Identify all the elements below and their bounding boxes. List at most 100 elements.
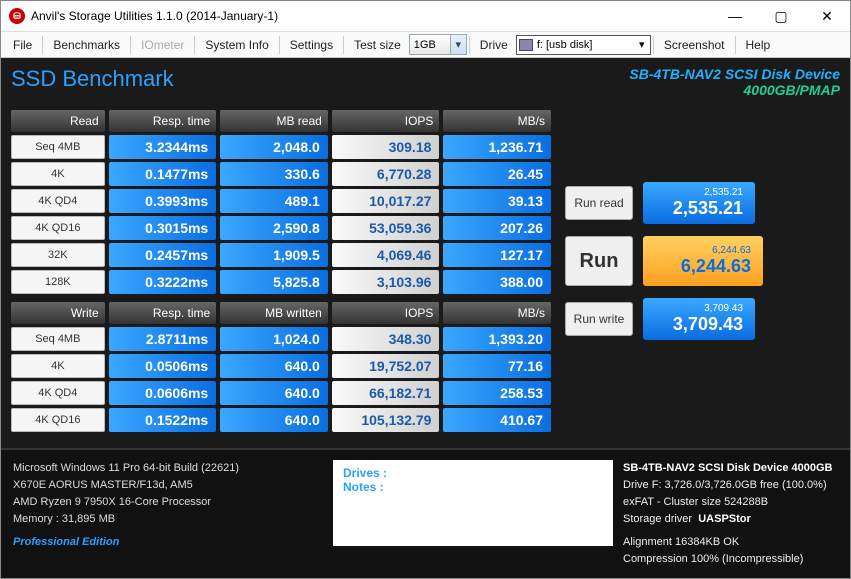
footer: Microsoft Windows 11 Pro 64-bit Build (2… <box>1 448 850 578</box>
row-label: 32K <box>11 243 105 267</box>
cell-resp: 0.3015ms <box>109 216 217 240</box>
device-spec: 4000GB/PMAP <box>629 82 840 98</box>
col-iops: IOPS <box>332 302 440 324</box>
cell-resp: 0.3993ms <box>109 189 217 213</box>
cell-iops: 105,132.79 <box>332 408 440 432</box>
read-section: Read Resp. time MB read IOPS MB/s Seq 4M… <box>11 110 551 294</box>
cell-mbs: 127.17 <box>443 243 551 267</box>
os-line: Microsoft Windows 11 Pro 64-bit Build (2… <box>13 460 323 477</box>
table-row: 4K QD40.0606ms640.066,182.71258.53 <box>11 381 551 405</box>
menu-iometer[interactable]: IOmeter <box>133 34 192 56</box>
menu-settings[interactable]: Settings <box>282 34 341 56</box>
col-mbs: MB/s <box>443 302 551 324</box>
cell-mb: 640.0 <box>220 381 328 405</box>
menu-systeminfo[interactable]: System Info <box>197 34 276 56</box>
cell-mb: 489.1 <box>220 189 328 213</box>
cell-iops: 66,182.71 <box>332 381 440 405</box>
menu-file[interactable]: File <box>5 34 40 56</box>
cell-resp: 0.2457ms <box>109 243 217 267</box>
row-label: 4K QD16 <box>11 408 105 432</box>
page-header: SSD Benchmark SB-4TB-NAV2 SCSI Disk Devi… <box>11 66 840 98</box>
write-header: Write <box>11 302 105 324</box>
content-area: SSD Benchmark SB-4TB-NAV2 SCSI Disk Devi… <box>1 58 850 448</box>
drives-label: Drives : <box>343 466 603 480</box>
cell-resp: 0.0606ms <box>109 381 217 405</box>
cell-mb: 5,825.8 <box>220 270 328 294</box>
table-row: 128K0.3222ms5,825.83,103.96388.00 <box>11 270 551 294</box>
app-icon: ⛁ <box>9 8 25 24</box>
notes-box[interactable]: Drives : Notes : <box>333 460 613 546</box>
drive-select[interactable]: f: [usb disk] ▾ <box>516 35 651 55</box>
cell-resp: 0.1522ms <box>109 408 217 432</box>
cell-resp: 0.3222ms <box>109 270 217 294</box>
menu-help[interactable]: Help <box>738 34 779 56</box>
cell-resp: 0.1477ms <box>109 162 217 186</box>
cell-mb: 2,590.8 <box>220 216 328 240</box>
testsize-value: 1GB <box>414 39 436 51</box>
cell-iops: 19,752.07 <box>332 354 440 378</box>
cell-iops: 6,770.28 <box>332 162 440 186</box>
storage-compression: Compression 100% (Incompressible) <box>623 551 838 568</box>
menubar: File Benchmarks IOmeter System Info Sett… <box>1 31 850 58</box>
cell-mbs: 207.26 <box>443 216 551 240</box>
col-mbread: MB read <box>220 110 328 132</box>
notes-label: Notes : <box>343 480 603 494</box>
read-score-small: 2,535.21 <box>704 188 743 198</box>
drive-value: f: [usb disk] <box>537 39 593 51</box>
maximize-button[interactable]: ▢ <box>758 1 804 31</box>
run-write-button[interactable]: Run write <box>565 302 633 336</box>
write-score-large: 3,709.43 <box>673 314 743 334</box>
table-row: 4K0.0506ms640.019,752.0777.16 <box>11 354 551 378</box>
storage-alignment: Alignment 16384KB OK <box>623 534 838 551</box>
row-label: Seq 4MB <box>11 327 105 351</box>
table-row: Seq 4MB2.8711ms1,024.0348.301,393.20 <box>11 327 551 351</box>
row-label: 4K QD4 <box>11 189 105 213</box>
cell-mb: 640.0 <box>220 408 328 432</box>
cell-mb: 330.6 <box>220 162 328 186</box>
table-row: 4K QD160.1522ms640.0105,132.79410.67 <box>11 408 551 432</box>
cell-iops: 309.18 <box>332 135 440 159</box>
col-mbs: MB/s <box>443 110 551 132</box>
storage-fs: exFAT - Cluster size 524288B <box>623 494 838 511</box>
page-title: SSD Benchmark <box>11 66 174 92</box>
testsize-select[interactable]: 1GB ▾ <box>409 34 467 55</box>
col-iops: IOPS <box>332 110 440 132</box>
table-row: 32K0.2457ms1,909.54,069.46127.17 <box>11 243 551 267</box>
total-score-large: 6,244.63 <box>681 256 751 276</box>
cell-mb: 640.0 <box>220 354 328 378</box>
titlebar: ⛁ Anvil's Storage Utilities 1.1.0 (2014-… <box>1 1 850 31</box>
cell-resp: 3.2344ms <box>109 135 217 159</box>
menu-screenshot[interactable]: Screenshot <box>656 34 733 56</box>
cell-iops: 3,103.96 <box>332 270 440 294</box>
write-section: Write Resp. time MB written IOPS MB/s Se… <box>11 302 551 432</box>
cell-mbs: 77.16 <box>443 354 551 378</box>
col-resp: Resp. time <box>109 302 217 324</box>
mobo-line: X670E AORUS MASTER/F13d, AM5 <box>13 477 323 494</box>
run-button[interactable]: Run <box>565 236 633 286</box>
run-read-button[interactable]: Run read <box>565 186 633 220</box>
storage-device: SB-4TB-NAV2 SCSI Disk Device 4000GB <box>623 462 833 474</box>
cell-mbs: 26.45 <box>443 162 551 186</box>
cell-mb: 1,909.5 <box>220 243 328 267</box>
window-controls: — ▢ ✕ <box>712 1 850 31</box>
table-row: 4K QD40.3993ms489.110,017.2739.13 <box>11 189 551 213</box>
main-area: Read Resp. time MB read IOPS MB/s Seq 4M… <box>11 110 840 440</box>
cell-iops: 53,059.36 <box>332 216 440 240</box>
row-label: 128K <box>11 270 105 294</box>
cell-iops: 10,017.27 <box>332 189 440 213</box>
close-button[interactable]: ✕ <box>804 1 850 31</box>
minimize-button[interactable]: — <box>712 1 758 31</box>
write-score: 3,709.43 3,709.43 <box>643 298 755 340</box>
cell-mbs: 258.53 <box>443 381 551 405</box>
cell-mbs: 1,236.71 <box>443 135 551 159</box>
storage-info: SB-4TB-NAV2 SCSI Disk Device 4000GB Driv… <box>623 460 838 568</box>
total-score: 6,244.63 6,244.63 <box>643 236 763 286</box>
read-score: 2,535.21 2,535.21 <box>643 182 755 224</box>
edition-label: Professional Edition <box>13 534 323 551</box>
row-label: 4K <box>11 162 105 186</box>
menu-benchmarks[interactable]: Benchmarks <box>45 34 128 56</box>
row-label: 4K <box>11 354 105 378</box>
run-panel: Run read 2,535.21 2,535.21 Run 6,244.63 … <box>559 110 840 440</box>
system-info: Microsoft Windows 11 Pro 64-bit Build (2… <box>13 460 323 568</box>
cell-mb: 1,024.0 <box>220 327 328 351</box>
